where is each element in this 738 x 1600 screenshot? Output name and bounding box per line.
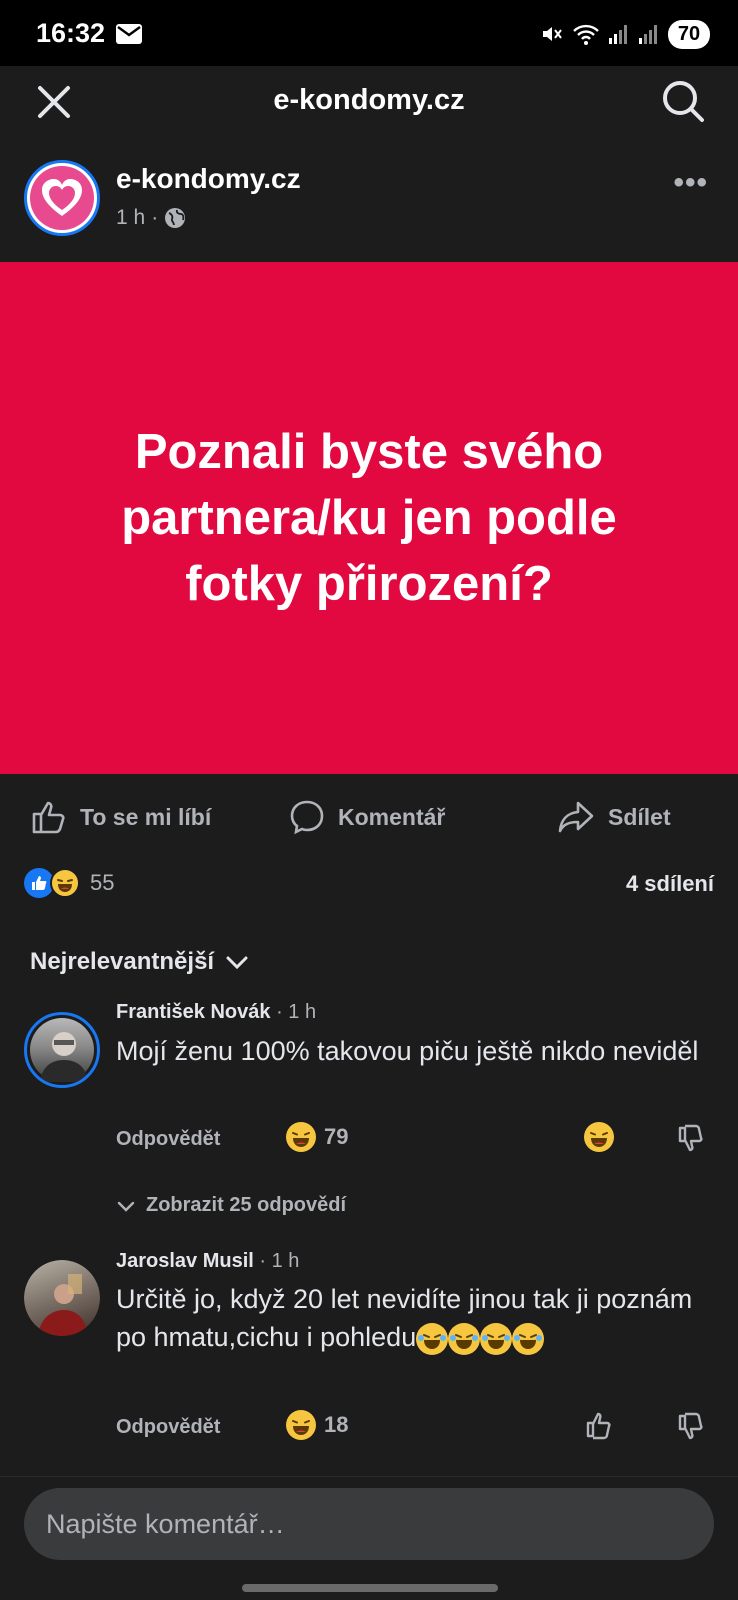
haha-reaction-icon xyxy=(50,868,80,898)
share-count[interactable]: 4 sdílení xyxy=(626,871,714,897)
comment-footer: Odpovědět 18 xyxy=(116,1410,706,1446)
chevron-down-icon xyxy=(226,956,248,970)
post-actions: To se mi líbí Komentář Sdílet xyxy=(0,790,738,842)
rofl-emoji-icon xyxy=(512,1322,545,1355)
haha-reaction-icon xyxy=(286,1410,316,1440)
mute-icon xyxy=(543,27,562,41)
like-label: To se mi líbí xyxy=(80,803,212,830)
status-icons: 70 xyxy=(540,18,710,50)
comment-sort-dropdown[interactable]: Nejrelevantnější xyxy=(30,948,250,976)
comment-footer: Odpovědět 79 xyxy=(116,1122,706,1158)
comment-button[interactable]: Komentář xyxy=(288,798,445,836)
top-nav: e-kondomy.cz xyxy=(0,66,738,204)
post-image[interactable]: Poznali byste svého partnera/ku jen podl… xyxy=(0,262,738,774)
thumbs-down-icon[interactable] xyxy=(676,1124,706,1154)
comment-author[interactable]: František Novák · 1 h xyxy=(116,1001,316,1024)
globe-icon xyxy=(165,208,186,228)
thumbs-up-icon xyxy=(32,801,65,834)
comment-author[interactable]: Jaroslav Musil · 1 h xyxy=(116,1250,299,1273)
home-indicator[interactable] xyxy=(242,1584,498,1592)
comment-text-body: Určitě jo, když 20 let nevidíte jinou ta… xyxy=(116,1284,693,1352)
signal-icon xyxy=(609,25,627,44)
comment-label: Komentář xyxy=(338,803,446,830)
share-arrow-icon xyxy=(558,801,594,833)
reply-button[interactable]: Odpovědět xyxy=(116,1416,220,1439)
signal-icon-2 xyxy=(639,25,657,44)
rofl-emoji-icon xyxy=(480,1322,513,1355)
haha-reaction-icon xyxy=(286,1122,316,1152)
status-time: 16:32 xyxy=(36,18,106,48)
thumbs-up-icon[interactable] xyxy=(584,1410,614,1440)
rofl-emoji-icon xyxy=(416,1322,449,1355)
comment-avatar[interactable] xyxy=(24,1012,100,1088)
rofl-emoji-icon xyxy=(448,1322,481,1355)
mail-icon xyxy=(116,24,142,44)
comment-time: · 1 h xyxy=(276,1001,317,1023)
comment-text: Určitě jo, když 20 let nevidíte jinou ta… xyxy=(116,1280,706,1356)
comment-reactions[interactable]: 79 xyxy=(286,1122,348,1152)
comment-avatar[interactable] xyxy=(24,1260,100,1336)
comment-author-name[interactable]: František Novák xyxy=(116,1001,271,1023)
share-label: Sdílet xyxy=(608,803,671,830)
comment-bubble-icon xyxy=(290,800,324,835)
chevron-down-icon xyxy=(117,1201,135,1212)
reaction-count: 55 xyxy=(90,870,115,895)
heart-logo-icon xyxy=(42,179,82,216)
status-bar: 16:32 70 xyxy=(0,0,738,66)
comment-text: Mojí ženu 100% takovou piču ještě nikdo … xyxy=(116,1036,699,1066)
page-title: e-kondomy.cz xyxy=(273,84,465,116)
haha-reaction-icon xyxy=(584,1122,614,1152)
post-time: 1 h xyxy=(116,206,146,229)
reply-button[interactable]: Odpovědět xyxy=(116,1128,220,1151)
view-replies-label: Zobrazit 25 odpovědí xyxy=(146,1194,347,1216)
reaction-summary[interactable]: 55 xyxy=(24,868,114,898)
page-name[interactable]: e-kondomy.cz xyxy=(116,163,301,195)
more-options-icon[interactable]: ••• xyxy=(673,166,708,200)
post-meta: 1 h · xyxy=(116,206,186,230)
view-replies-button[interactable]: Zobrazit 25 odpovědí xyxy=(116,1194,346,1217)
comment-reaction-count: 18 xyxy=(324,1412,349,1437)
meta-separator: · xyxy=(151,206,159,229)
thumbs-down-icon[interactable] xyxy=(676,1412,706,1442)
battery-indicator: 70 xyxy=(668,19,710,49)
post-image-text: Poznali byste svého partnera/ku jen podl… xyxy=(121,425,617,611)
comment-input[interactable] xyxy=(24,1488,714,1560)
search-icon[interactable] xyxy=(660,78,706,124)
sort-label: Nejrelevantnější xyxy=(30,948,215,975)
wifi-icon xyxy=(573,24,599,45)
comment-time: · 1 h xyxy=(259,1250,300,1272)
share-button[interactable]: Sdílet xyxy=(556,798,671,836)
page-avatar[interactable] xyxy=(24,160,100,236)
comment-author-name[interactable]: Jaroslav Musil xyxy=(116,1250,254,1272)
haha-react-button[interactable] xyxy=(584,1122,614,1152)
comment-reaction-count: 79 xyxy=(324,1124,349,1149)
like-button[interactable]: To se mi líbí xyxy=(30,798,211,836)
comment-reactions[interactable]: 18 xyxy=(286,1410,348,1440)
